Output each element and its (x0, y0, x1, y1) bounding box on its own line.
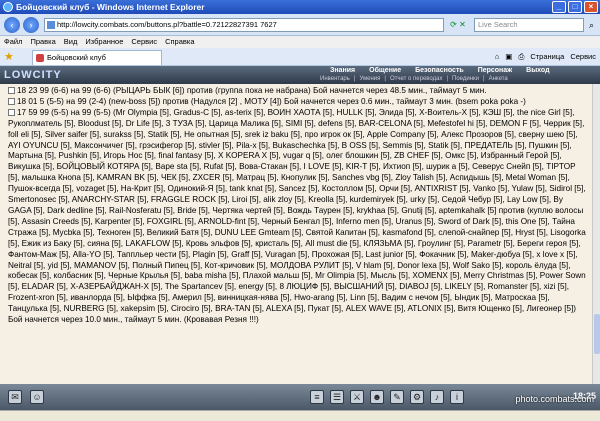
settings-icon[interactable]: ⚙ (410, 390, 424, 404)
page-icon (47, 21, 55, 29)
list-icon[interactable]: ☰ (330, 390, 344, 404)
game-sub-profile[interactable]: Анкета (489, 76, 508, 83)
address-row: ‹ › http://lowcity.combats.com/buttons.p… (0, 14, 600, 36)
search-placeholder: Live Search (478, 20, 518, 29)
menu-favorites[interactable]: Избранное (85, 36, 123, 48)
back-icon[interactable]: ‹ (4, 17, 20, 33)
game-submenu: Инвентарь | Умения | Отчет о переводах | По… (320, 76, 508, 83)
game-menu-security[interactable]: Безопасность (415, 67, 464, 75)
game-menu-character[interactable]: Персонаж (478, 67, 512, 75)
battle-line: 18 01 5 (5-5) на 99 (2-4) (new-boss [5])… (8, 97, 588, 108)
menu-icon[interactable]: ≡ (310, 390, 324, 404)
battle-checkbox[interactable] (8, 109, 15, 117)
game-sub-inventory[interactable]: Инвентарь (320, 76, 350, 83)
menu-tools[interactable]: Сервис (131, 36, 157, 48)
info-icon[interactable]: i (450, 390, 464, 404)
address-input[interactable]: http://lowcity.combats.com/buttons.pl?ba… (44, 18, 444, 32)
battle-list: 18 23 99 (6-6) на 99 (6-6) (РЫЦАРЬ БЫК [… (0, 84, 592, 384)
tab-label: Бойцовский клуб (47, 53, 106, 62)
fight-icon[interactable]: ⚔ (350, 390, 364, 404)
menu-file[interactable]: Файл (4, 36, 22, 48)
refresh-icon[interactable]: ⟳ ✕ (446, 18, 470, 32)
status-bar (0, 410, 600, 421)
battle-text: 17 59 99 (5-5) на 99 (5-5) (Mr Olympia [… (8, 107, 586, 325)
feeds-icon[interactable]: ▣ (505, 50, 512, 64)
game-bottom-toolbar: ✉ ☺ ≡ ☰ ⚔ ☻ ✎ ⚙ ♪ i 18:25 (0, 384, 600, 410)
menu-help[interactable]: Справка (165, 36, 194, 48)
battle-line: 18 23 99 (6-6) на 99 (6-6) (РЫЦАРЬ БЫК [… (8, 86, 588, 97)
menu-view[interactable]: Вид (64, 36, 78, 48)
tools-menu[interactable]: Сервис (570, 50, 596, 64)
game-menu: Знания Общение Безопасность Персонаж Вых… (330, 67, 550, 75)
menu-bar: Файл Правка Вид Избранное Сервис Справка (0, 36, 600, 48)
options-icon[interactable]: ✎ (390, 390, 404, 404)
tab-row: ★ Бойцовский клуб ⌂ ▣ ⎙ Страница Сервис (0, 48, 600, 66)
smile-icon[interactable]: ☺ (30, 390, 44, 404)
home-icon[interactable]: ⌂ (495, 50, 500, 64)
print-icon[interactable]: ⎙ (518, 50, 524, 64)
window-titlebar: Бойцовский клуб - Windows Internet Explo… (0, 0, 600, 14)
window-controls: _ □ × (552, 1, 598, 13)
scrollbar-thumb[interactable] (594, 314, 600, 354)
menu-edit[interactable]: Правка (30, 36, 55, 48)
battle-checkbox[interactable] (8, 87, 15, 95)
maximize-button[interactable]: □ (568, 1, 582, 13)
forward-icon[interactable]: › (23, 17, 39, 33)
window-title: Бойцовский клуб - Windows Internet Explo… (16, 2, 205, 12)
tab-icon (36, 54, 44, 62)
game-header: LOWCITY Знания Общение Безопасность Перс… (0, 66, 600, 84)
search-input[interactable]: Live Search (474, 18, 584, 32)
chat-icon[interactable]: ✉ (8, 390, 22, 404)
game-sub-transfers[interactable]: Отчет о переводах (390, 76, 443, 83)
close-button[interactable]: × (584, 1, 598, 13)
people-icon[interactable]: ☻ (370, 390, 384, 404)
game-menu-exit[interactable]: Выход (526, 67, 549, 75)
sound-icon[interactable]: ♪ (430, 390, 444, 404)
ie-icon (3, 2, 13, 12)
game-sub-battles[interactable]: Поединки (452, 76, 479, 83)
tab-fightclub[interactable]: Бойцовский клуб (32, 50, 162, 65)
favorites-star-icon[interactable]: ★ (4, 51, 14, 63)
game-menu-chat[interactable]: Общение (369, 67, 401, 75)
game-menu-knowledge[interactable]: Знания (330, 67, 355, 75)
command-bar: ⌂ ▣ ⎙ Страница Сервис (495, 50, 596, 64)
game-sub-skills[interactable]: Умения (359, 76, 380, 83)
watermark-text: photo.combats.com (515, 394, 594, 404)
search-icon[interactable]: ⌕ (585, 18, 598, 32)
minimize-button[interactable]: _ (552, 1, 566, 13)
battle-text: 18 23 99 (6-6) на 99 (6-6) (РЫЦАРЬ БЫК [… (17, 86, 487, 95)
battle-line: 17 59 99 (5-5) на 99 (5-5) (Mr Olympia [… (8, 108, 588, 326)
vertical-scrollbar[interactable] (592, 84, 600, 384)
page-menu[interactable]: Страница (530, 50, 564, 64)
address-url: http://lowcity.combats.com/buttons.pl?ba… (57, 20, 277, 29)
battle-checkbox[interactable] (8, 98, 15, 106)
battle-text: 18 01 5 (5-5) на 99 (2-4) (new-boss [5])… (17, 96, 526, 106)
game-logo: LOWCITY (4, 69, 62, 81)
